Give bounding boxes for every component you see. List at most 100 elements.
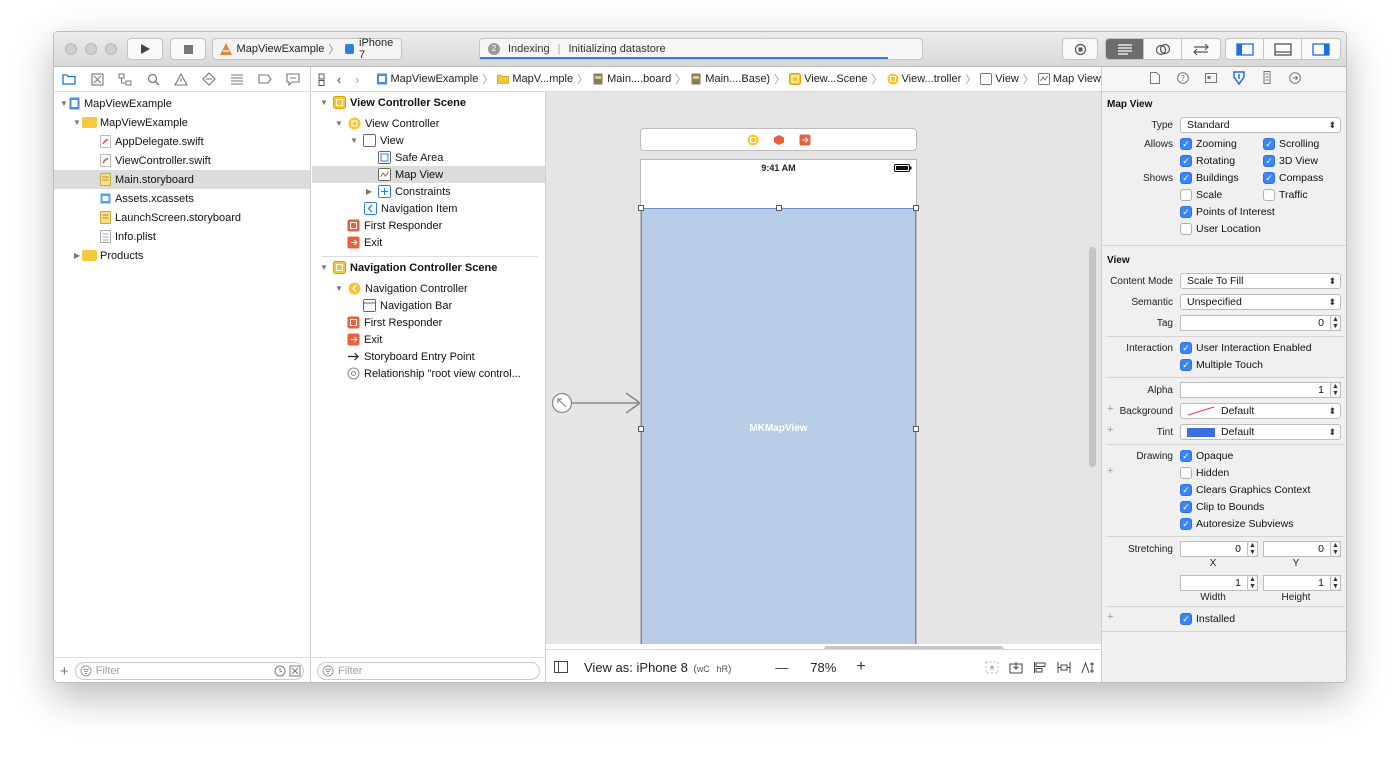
- tree-row-file[interactable]: AppDelegate.swift: [54, 132, 310, 151]
- opaque-checkbox[interactable]: ✓ Opaque: [1180, 450, 1233, 462]
- tag-field[interactable]: 0 ▲ ▼: [1180, 315, 1341, 331]
- breakpoint-icon[interactable]: [256, 71, 274, 87]
- toggle-navigator-button[interactable]: [1226, 39, 1264, 59]
- report-icon[interactable]: [284, 71, 302, 87]
- tree-row-file-selected[interactable]: Main.storyboard: [54, 170, 310, 189]
- jump-crumb[interactable]: View: [980, 73, 1019, 85]
- autoresize-subviews-checkbox[interactable]: ✓ Autoresize Subviews: [1180, 518, 1293, 530]
- outline-row[interactable]: Navigation Bar: [312, 297, 545, 314]
- zoom-window-button[interactable]: [105, 43, 117, 55]
- tint-color-select[interactable]: Default ⬍: [1180, 424, 1341, 440]
- outline-row[interactable]: Storyboard Entry Point: [312, 348, 545, 365]
- disclosure-open-icon[interactable]: ▼: [334, 284, 344, 293]
- 3d-view-checkbox[interactable]: ✓ 3D View: [1263, 155, 1318, 167]
- version-editor-button[interactable]: [1182, 39, 1220, 59]
- library-button[interactable]: [1062, 38, 1098, 60]
- jump-crumb[interactable]: Main....board: [592, 73, 671, 85]
- outline-row-selected[interactable]: Map View: [312, 166, 545, 183]
- zoom-in-button[interactable]: +: [856, 658, 865, 676]
- scm-filter-icon[interactable]: [289, 665, 301, 677]
- test-icon[interactable]: [200, 71, 218, 87]
- map-view[interactable]: MKMapView: [638, 205, 919, 644]
- view-as-button[interactable]: View as: iPhone 8 (wC hR): [584, 660, 731, 675]
- tree-row-file[interactable]: Info.plist: [54, 227, 310, 246]
- scheme-selector[interactable]: MapViewExample 〉 iPhone 7: [212, 37, 402, 61]
- stepper-icon[interactable]: ▲ ▼: [1247, 541, 1258, 557]
- rotating-checkbox[interactable]: ✓ Rotating: [1180, 155, 1235, 167]
- disclosure-closed-icon[interactable]: ▶: [72, 251, 82, 260]
- toggle-debug-button[interactable]: [1264, 39, 1302, 59]
- zooming-checkbox[interactable]: ✓ Zooming: [1180, 138, 1237, 150]
- user-location-checkbox[interactable]: User Location: [1180, 223, 1261, 235]
- installed-checkbox[interactable]: ✓ Installed: [1180, 613, 1235, 625]
- disclosure-open-icon[interactable]: ▼: [349, 136, 359, 145]
- tree-row-folder[interactable]: ▶ Products: [54, 246, 310, 265]
- warning-icon[interactable]: [172, 71, 190, 87]
- background-color-select[interactable]: Default ⬍: [1180, 403, 1341, 419]
- outline-row[interactable]: Navigation Item: [312, 200, 545, 217]
- document-outline-toggle-icon[interactable]: [554, 661, 568, 673]
- outline-filter-field[interactable]: Filter: [317, 662, 540, 680]
- disclosure-closed-icon[interactable]: ▶: [364, 187, 374, 196]
- jump-crumb[interactable]: MapViewExample: [376, 73, 478, 85]
- exit-icon[interactable]: [799, 134, 811, 146]
- scale-checkbox[interactable]: Scale: [1180, 189, 1222, 201]
- assistant-editor-button[interactable]: [1144, 39, 1182, 59]
- stop-button[interactable]: [170, 38, 206, 60]
- jump-crumb[interactable]: View...troller: [887, 73, 961, 85]
- add-variation-icon[interactable]: +: [1107, 465, 1113, 477]
- hidden-checkbox[interactable]: Hidden: [1180, 467, 1229, 479]
- source-control-icon[interactable]: [88, 71, 106, 87]
- file-inspector-icon[interactable]: [1148, 71, 1162, 87]
- user-interaction-checkbox[interactable]: ✓ User Interaction Enabled: [1180, 342, 1312, 354]
- add-icon[interactable]: +: [60, 663, 69, 680]
- disclosure-open-icon[interactable]: ▼: [59, 99, 69, 108]
- clears-graphics-checkbox[interactable]: ✓ Clears Graphics Context: [1180, 484, 1310, 496]
- attributes-icon[interactable]: [1232, 70, 1246, 88]
- alpha-field[interactable]: 1 ▲ ▼: [1180, 382, 1341, 398]
- related-items-icon[interactable]: [318, 73, 325, 86]
- update-frames-icon[interactable]: [1009, 661, 1023, 674]
- tree-row-project[interactable]: ▼ MapViewExample: [54, 94, 310, 113]
- disclosure-open-icon[interactable]: ▼: [319, 263, 329, 272]
- storyboard-canvas[interactable]: 9:41 AM MKMapView: [546, 92, 1101, 644]
- zoom-out-button[interactable]: —: [775, 660, 788, 675]
- help-icon[interactable]: ?: [1176, 71, 1190, 87]
- scrolling-checkbox[interactable]: ✓ Scrolling: [1263, 138, 1319, 150]
- folder-icon[interactable]: [60, 71, 78, 87]
- points-of-interest-checkbox[interactable]: ✓ Points of Interest: [1180, 206, 1275, 218]
- recent-files-icon[interactable]: [274, 665, 286, 677]
- outline-row[interactable]: Exit: [312, 331, 545, 348]
- jump-crumb[interactable]: Map View: [1037, 73, 1101, 85]
- tree-row-folder[interactable]: ▼ MapViewExample: [54, 113, 310, 132]
- stretch-x-field[interactable]: 0 ▲ ▼: [1180, 541, 1258, 557]
- first-responder-icon[interactable]: [773, 134, 785, 146]
- close-window-button[interactable]: [65, 43, 77, 55]
- multiple-touch-checkbox[interactable]: ✓ Multiple Touch: [1180, 359, 1263, 371]
- outline-scene-header[interactable]: ▼ Navigation Controller Scene: [312, 259, 545, 276]
- outline-row[interactable]: Exit: [312, 234, 545, 251]
- traffic-checkbox[interactable]: Traffic: [1263, 189, 1308, 201]
- jump-crumb[interactable]: MapV...mple: [497, 73, 573, 85]
- minimize-window-button[interactable]: [85, 43, 97, 55]
- content-mode-select[interactable]: Scale To Fill ⬍: [1180, 273, 1341, 289]
- outline-row[interactable]: First Responder: [312, 314, 545, 331]
- outline-row[interactable]: Safe Area: [312, 149, 545, 166]
- outline-row[interactable]: ▼ Navigation Controller: [312, 280, 545, 297]
- resize-handle[interactable]: [638, 205, 644, 211]
- jump-crumb[interactable]: Main....Base): [690, 73, 770, 85]
- stretch-y-field[interactable]: 0 ▲ ▼: [1263, 541, 1341, 557]
- outline-row[interactable]: ▼ View Controller: [312, 115, 545, 132]
- view-controller-icon[interactable]: [747, 134, 759, 146]
- compass-checkbox[interactable]: ✓ Compass: [1263, 172, 1323, 184]
- toggle-inspector-button[interactable]: [1302, 39, 1340, 59]
- buildings-checkbox[interactable]: ✓ Buildings: [1180, 172, 1239, 184]
- jump-crumb[interactable]: View...Scene: [789, 73, 868, 85]
- forward-arrow-icon[interactable]: ›: [355, 72, 359, 87]
- add-variation-icon[interactable]: +: [1107, 611, 1113, 623]
- resolve-layout-icon[interactable]: [1081, 660, 1095, 674]
- symbol-icon[interactable]: [116, 71, 134, 87]
- stepper-icon[interactable]: ▲ ▼: [1330, 382, 1341, 398]
- stepper-icon[interactable]: ▲ ▼: [1247, 575, 1258, 591]
- debug-icon[interactable]: [228, 71, 246, 87]
